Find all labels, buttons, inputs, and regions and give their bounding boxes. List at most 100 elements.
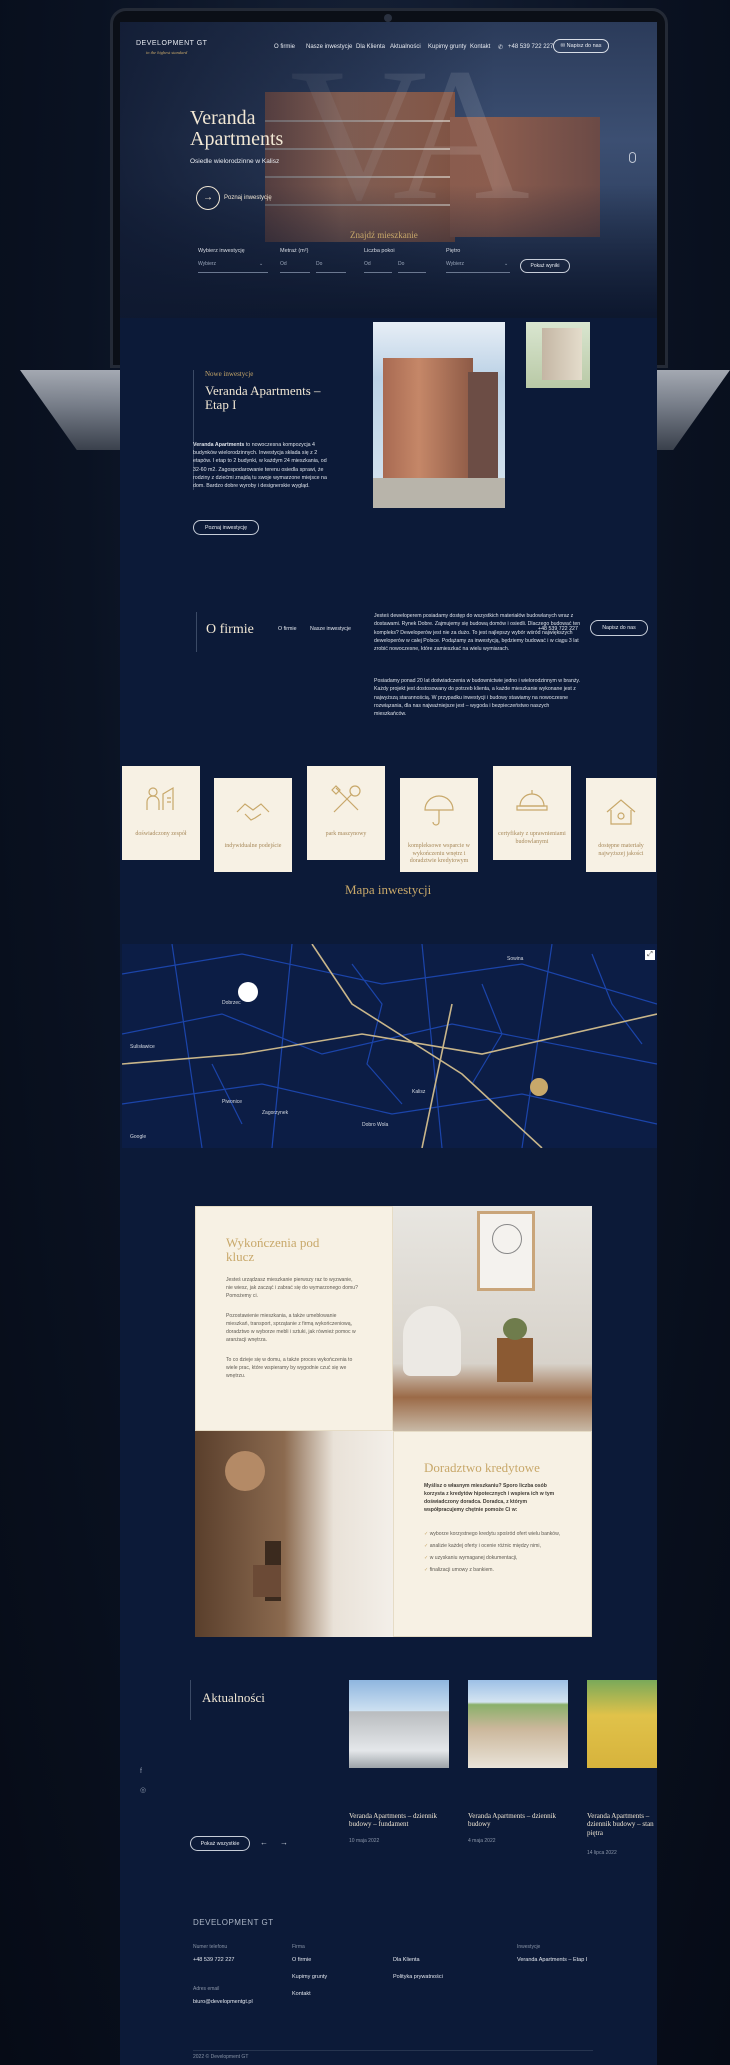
arrow-right-icon[interactable]: → [280,1838,288,1847]
news-image[interactable] [587,1680,657,1768]
news-item-date: 14 lipca 2022 [587,1850,617,1856]
news-item-title[interactable]: Veranda Apartments – dziennik budowy [468,1812,568,1829]
investment-eyebrow: Nowe inwestycje [205,370,254,378]
footer-link[interactable]: O firmie [292,1957,311,1963]
logo-tagline: in the highest standard [146,50,188,55]
hero-section: VA DEVELOPMENT GT in the highest standar… [120,22,657,318]
house-quality-icon [606,799,636,825]
about-title: O firmie [206,622,254,637]
filter-rooms-from[interactable]: Od [364,261,371,267]
investment-main-image[interactable] [373,322,505,508]
search-title: Znajdź mieszkanie [350,230,418,240]
finish-p1: Jesteś urządzasz mieszkanie pierwszy raz… [226,1277,358,1300]
news-item-date: 10 maja 2022 [349,1838,380,1844]
footer-col1-head: Firma [292,1944,305,1950]
feature-label: doświadczony zespół [135,831,187,837]
instagram-icon[interactable]: ◎ [140,1786,146,1794]
footer-link[interactable]: Veranda Apartments – Etap I [517,1957,587,1963]
feature-label: park maszynowy [325,831,367,837]
filter-floor-select[interactable]: Wybierz [446,261,464,267]
news-image[interactable] [349,1680,449,1768]
map-label: Dobrzec [222,1000,241,1006]
feature-label: dostępne materiały najwyższej jakości [598,843,644,857]
nav-item-o-firmie[interactable]: O firmie [274,44,295,50]
news-all-button[interactable]: Pokaż wszystkie [190,1836,250,1851]
logo[interactable]: DEVELOPMENT GT [136,40,207,47]
footer-logo[interactable]: DEVELOPMENT GT [193,1918,274,1927]
facebook-icon[interactable]: f [140,1768,142,1775]
phone-icon: ✆ [498,45,504,51]
investment-description-text: to nowoczesna kompozycja 4 budynków wiel… [193,442,327,490]
filter-investment-label: Wybierz inwestycję [198,248,245,254]
arrow-right-icon[interactable]: → [196,186,220,210]
footer-email[interactable]: biuro@developmentgt.pl [193,1999,253,2005]
header-contact-button[interactable]: ✉ Napisz do nas [553,39,609,53]
investment-cta-button[interactable]: Poznaj inwestycję [193,520,259,535]
footer-link[interactable]: Kupimy grunty [292,1974,327,1980]
investment-thumb-image[interactable] [526,322,590,388]
nav-item-aktualnosci[interactable]: Aktualności [390,44,421,50]
filter-area-from[interactable]: Od [280,261,287,267]
hero-overlay [120,22,657,318]
hero-cta[interactable]: Poznaj inwestycję [224,195,272,201]
camera-dot [384,14,392,22]
investment-title: Veranda Apartments – Etap I [205,383,321,413]
about-contact-button[interactable]: Napisz do nas [590,620,648,636]
wall-art [477,1211,535,1291]
investment-map[interactable]: Dobrzec Sulisławice Piwonice Zagorzynek … [122,944,657,1148]
map-label: Zagorzynek [262,1110,289,1116]
header-contact-label: Napisz do nas [566,43,602,49]
news-item-title[interactable]: Veranda Apartments – dziennik budowy – f… [349,1812,449,1829]
feature-card: park maszynowy [307,766,385,860]
footer-phone[interactable]: +48 539 722 227 [193,1957,234,1963]
filter-rooms-label: Liczba pokoi [364,248,395,254]
filter-area-to[interactable]: Do [316,261,322,267]
footer-link[interactable]: Kontakt [292,1991,311,1997]
filter-rooms-to[interactable]: Do [398,261,404,267]
filter-area-label: Metraż (m²) [280,248,309,254]
plant [503,1318,527,1340]
hero-subtitle: Osiedle wielorodzinne w Kalisz [190,158,280,165]
news-item-date: 4 maja 2022 [468,1838,496,1844]
nav-item-kontakt[interactable]: Kontakt [470,44,490,50]
feature-card: certyfikaty z uprawnieniami budowlanymi [493,766,571,860]
fullscreen-icon[interactable]: ⤢ [645,950,655,960]
investment-description: Veranda Apartments to nowoczesna kompozy… [193,441,333,490]
nav-item-inwestycje[interactable]: Nasze inwestycje [306,44,352,50]
armchair [403,1306,461,1376]
arrow-left-icon[interactable]: ← [260,1838,268,1847]
footer-copyright: 2022 © Development GT [193,2054,249,2060]
filter-investment-select[interactable]: Wybierz [198,261,216,267]
finish-title: Wykończenia pod klucz [226,1235,320,1265]
news-item-title[interactable]: Veranda Apartments – dziennik budowy – s… [587,1812,657,1840]
divider-line [190,1680,191,1720]
credit-list-item: ✓ finalizacji umowy z bankiem. [424,1566,564,1574]
page: VA DEVELOPMENT GT in the highest standar… [0,0,730,2065]
scroll-mouse-icon [629,152,636,163]
nav-item-kupimy-grunty[interactable]: Kupimy grunty [428,44,466,50]
footer-link[interactable]: Dla Klienta [393,1957,420,1963]
hero-title: Veranda Apartments [190,108,310,150]
nav-item-dla-klienta[interactable]: Dla Klienta [356,44,385,50]
about-subnav-inwestycje[interactable]: Nasze inwestycje [310,626,351,632]
footer-link[interactable]: Polityka prywatności [393,1974,443,1980]
map-roads [122,944,657,1148]
footer-divider [193,2050,593,2051]
filter-floor-label: Piętro [446,248,461,254]
map-label: Sowina [507,956,524,962]
credit-list-item: ✓ analizie każdej oferty i ocenie różnic… [424,1542,564,1550]
interior-image [393,1206,592,1431]
umbrella-icon [424,795,454,826]
about-subnav-o-firmie[interactable]: O firmie [278,626,297,632]
about-paragraph-2: Posiadamy ponad 20 lat doświadczenia w b… [374,678,581,718]
header-phone[interactable]: +48 539 722 227 [508,44,553,50]
credit-intro: Myślisz o własnym mieszkaniu? Sporo licz… [424,1483,555,1514]
feature-label: certyfikaty z uprawnieniami budowlanymi [498,831,566,845]
credit-list-text: wyborze korzystnego kredytu spośród ofer… [429,1531,560,1537]
search-submit-button[interactable]: Pokaż wyniki [520,259,570,273]
tools-icon [331,785,361,813]
divider-line [196,612,197,652]
news-title: Aktualności [202,1690,265,1705]
feature-card: dostępne materiały najwyższej jakości [586,778,656,872]
news-image[interactable] [468,1680,568,1768]
